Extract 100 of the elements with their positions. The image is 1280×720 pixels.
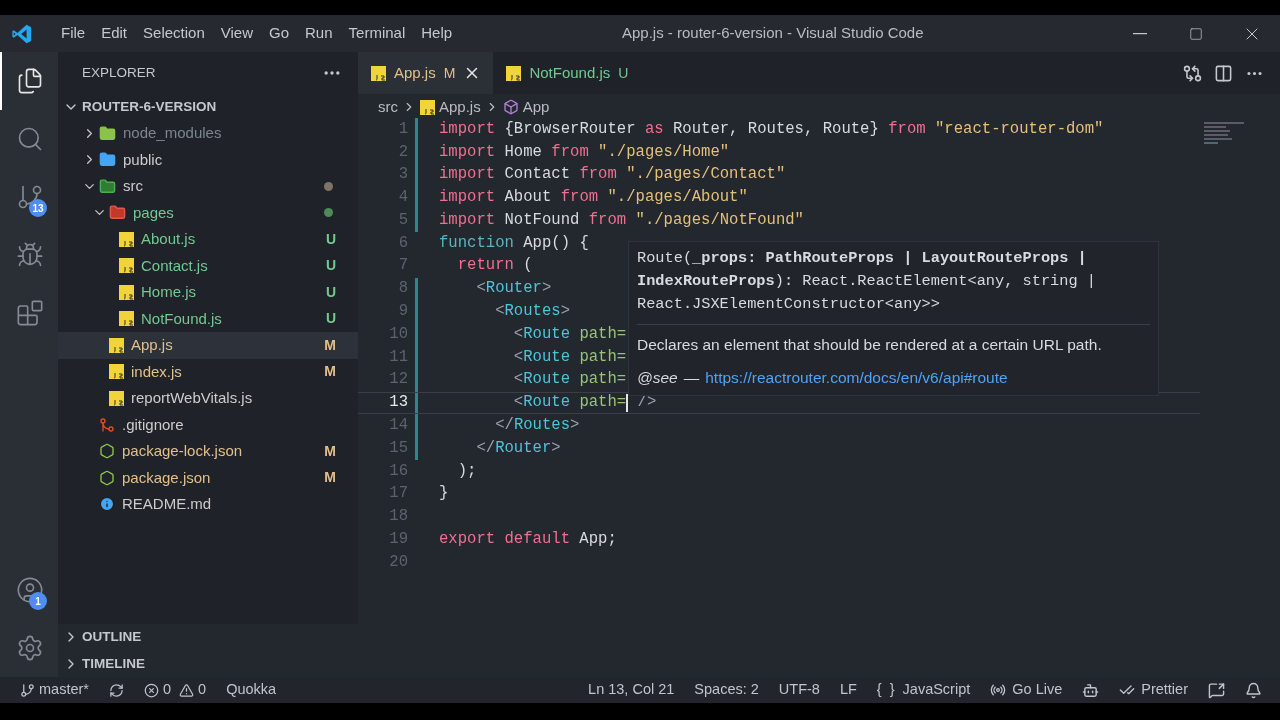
breadcrumb-item[interactable]: App — [522, 95, 550, 119]
file-name: Contact.js — [141, 255, 208, 276]
js-file-icon — [109, 390, 124, 406]
section-header[interactable]: OUTLINE — [58, 624, 358, 651]
status-item[interactable]: LF — [839, 679, 857, 701]
see-label: @see — [637, 368, 678, 389]
description-text: Declares an element that should be rendered at a certain URL path. — [637, 335, 1103, 355]
tree-item[interactable]: Home.js U — [58, 279, 358, 306]
status-item[interactable]: UTF-8 — [778, 679, 820, 701]
git-status: M — [324, 468, 336, 488]
notifications-button[interactable] — [1245, 681, 1262, 699]
feedback-icon — [1208, 681, 1225, 699]
go-live-button[interactable]: Go Live — [990, 679, 1063, 701]
status-item[interactable]: Ln 13, Col 21 — [588, 679, 675, 701]
split-editor-icon[interactable] — [1214, 63, 1233, 83]
menu-item[interactable]: Help — [413, 22, 461, 45]
line-number: 8 — [397, 278, 408, 300]
git-status: M — [324, 362, 336, 382]
js-file-icon — [506, 65, 522, 81]
js-file-icon — [119, 231, 134, 247]
menu-item[interactable]: Selection — [135, 22, 213, 45]
code-line: } — [439, 483, 449, 505]
count-badge: 1 — [29, 592, 47, 610]
compare-icon[interactable] — [1183, 63, 1202, 83]
code-line: <Route path= — [512, 369, 627, 391]
menu-item[interactable]: Run — [297, 22, 341, 45]
js-file-icon — [119, 284, 134, 300]
sync-icon[interactable] — [108, 682, 124, 698]
tree-item[interactable]: pages — [58, 199, 358, 226]
tree-item[interactable]: README.md — [58, 491, 358, 518]
line-number: 15 — [388, 437, 408, 459]
menu-item[interactable]: File — [53, 22, 94, 45]
line-number: 16 — [388, 460, 408, 482]
files-icon — [16, 67, 44, 95]
menu-item[interactable]: Go — [261, 22, 297, 45]
file-name: Home.js — [141, 282, 196, 302]
git-status: U — [325, 256, 336, 276]
tree-item[interactable]: src — [58, 173, 358, 200]
tree-item[interactable]: index.js M — [58, 358, 358, 385]
tree-item[interactable]: Contact.js U — [58, 252, 358, 279]
js-file-icon — [109, 364, 124, 380]
git-status: M — [324, 441, 336, 461]
cube-icon — [502, 99, 519, 115]
project-header[interactable]: ROUTER-6-VERSION — [58, 94, 358, 120]
line-number: 9 — [397, 301, 408, 323]
git-status: U — [325, 282, 336, 302]
code-line: </Router> — [475, 437, 561, 459]
line-number: 3 — [397, 164, 408, 186]
branch-button[interactable]: master* — [20, 679, 89, 701]
line-number: 11 — [388, 346, 408, 368]
status-item[interactable]: Spaces: 2 — [694, 679, 759, 701]
js-file-icon — [119, 258, 134, 274]
file-name: index.js — [131, 361, 182, 382]
line-number: 1 — [397, 118, 408, 140]
tree-item[interactable]: package-lock.json M — [58, 438, 358, 465]
editor-tab[interactable]: App.js M — [358, 52, 494, 94]
file-name: src — [123, 176, 143, 196]
tree-item[interactable]: package.json M — [58, 464, 358, 491]
tab-label: NotFound.js — [529, 62, 611, 83]
language-mode[interactable]: { } JavaScript — [876, 679, 971, 701]
problems-button[interactable]: 0 0 — [143, 679, 207, 701]
robot-icon — [1082, 681, 1100, 699]
editor-tab[interactable]: NotFound.js U — [493, 52, 667, 94]
folder-icon — [99, 177, 116, 195]
code-line: </Routes> — [494, 415, 580, 437]
tree-item[interactable]: App.js M — [58, 332, 358, 359]
tree-item[interactable]: reportWebVitals.js — [58, 385, 358, 412]
menu-item[interactable]: Edit — [93, 22, 136, 45]
breadcrumb-item[interactable]: App.js — [439, 95, 481, 119]
file-name: .gitignore — [122, 414, 184, 435]
section-header[interactable]: TIMELINE — [58, 650, 358, 677]
git-status: U — [618, 63, 629, 83]
file-name: reportWebVitals.js — [131, 388, 253, 408]
line-number: 6 — [397, 232, 408, 254]
hexagon-icon — [99, 469, 115, 486]
code-line: ); — [456, 460, 477, 482]
code-line: <Route path= — [512, 323, 627, 345]
file-name: About.js — [141, 229, 196, 249]
docs-link[interactable]: https://reactrouter.com/docs/en/v6/api#route — [705, 366, 1008, 390]
code-line: return ( — [456, 255, 533, 277]
signature-text: Route(_props: PathRouteProps | LayoutRouteProps | IndexRouteProps): React.ReactElement<any, string | React.JSXElementConstructor<any>> — [637, 248, 1097, 315]
tree-item[interactable]: node_modules — [58, 120, 358, 147]
tree-item[interactable]: public — [58, 146, 358, 173]
tree-item[interactable]: .gitignore — [58, 411, 358, 438]
breadcrumb-item[interactable]: src — [378, 95, 398, 119]
tree-item[interactable]: NotFound.js U — [58, 305, 358, 332]
feedback-button[interactable] — [1208, 681, 1225, 699]
bell-icon — [1245, 681, 1262, 699]
maximize-icon — [1189, 26, 1203, 41]
code-line: <Route path= — [512, 346, 627, 368]
settings-icon — [16, 634, 44, 662]
menu-item[interactable]: View — [212, 22, 261, 45]
status-item[interactable]: Quokka — [226, 679, 277, 701]
code-line: import Home from "./pages/Home" — [439, 141, 730, 163]
copilot-button[interactable] — [1082, 681, 1100, 699]
menu-item[interactable]: Terminal — [340, 22, 414, 45]
tree-item[interactable]: About.js U — [58, 226, 358, 253]
git-status: M — [324, 335, 336, 355]
line-number: 17 — [388, 483, 408, 505]
prettier-button[interactable]: Prettier — [1119, 679, 1188, 701]
